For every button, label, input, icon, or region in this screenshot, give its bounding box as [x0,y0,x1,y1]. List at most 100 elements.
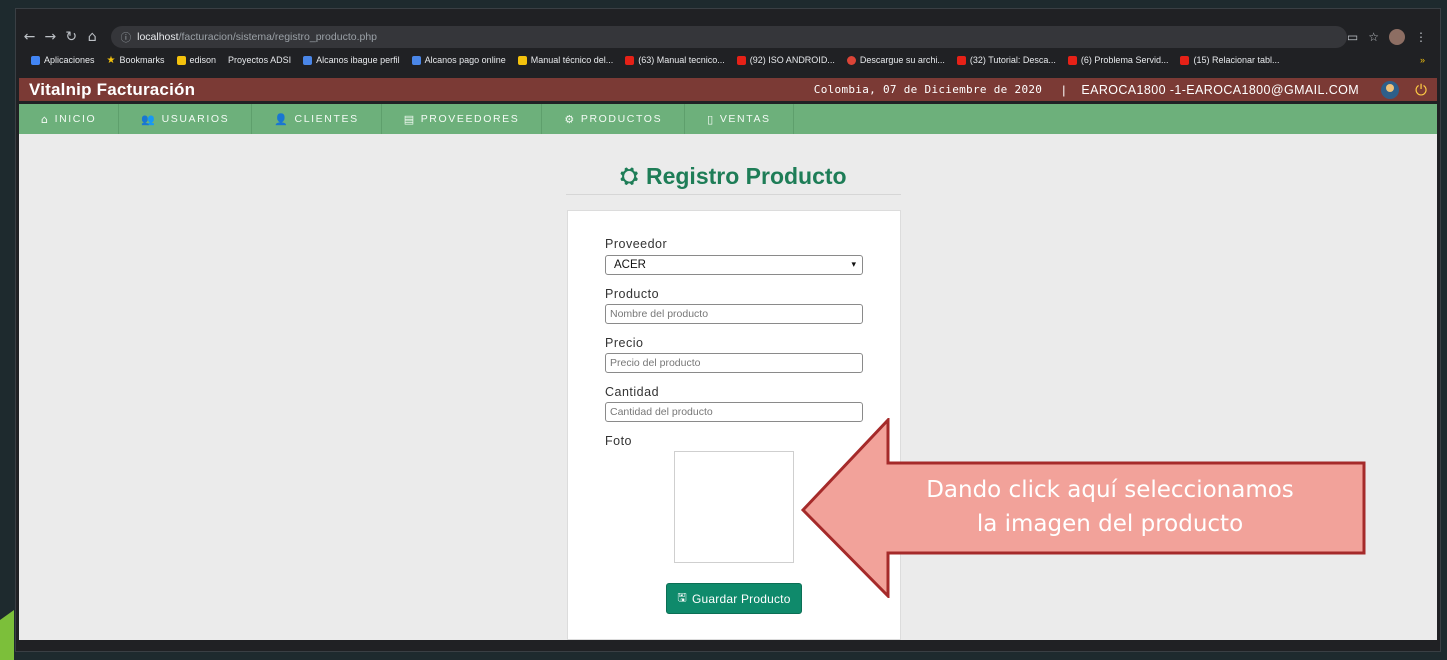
youtube-icon [1180,55,1190,65]
nav-item-inicio[interactable]: ⌂ INICIO [19,104,120,134]
cantidad-placeholder: Cantidad del producto [610,406,713,418]
save-product-button[interactable]: 🖫 Guardar Producto [666,583,802,614]
nav-item-ventas[interactable]: ▯ VENTAS [685,104,794,134]
youtube-icon [625,55,635,65]
user-icon: 👤 [274,112,290,126]
bookmark-item[interactable]: Descargue su archi... [846,55,945,65]
cast-icon[interactable]: ▭ [1347,30,1358,44]
cubes-icon: ⛭ [620,163,638,189]
user-avatar [1381,80,1400,99]
chevron-down-icon: ▾ [851,260,856,270]
cubes-icon: ⚙ [564,112,576,126]
bookmark-label: Aplicaciones [44,55,95,65]
opera-icon [846,55,856,65]
photo-upload-area[interactable] [674,451,794,563]
callout-text: Dando click aquí seleccionamos la imagen… [860,473,1360,541]
apps-grid-icon [31,55,40,65]
file-icon: ▯ [707,112,715,126]
browser-toolbar: ← → ↻ ⌂ ⓘ localhost /facturacion/sistema… [19,24,1437,50]
bookmark-label: Bookmarks [119,55,165,65]
proveedor-label: Proveedor [605,237,668,251]
callout-line-1: Dando click aquí seleccionamos [926,477,1294,503]
bookmarks-overflow-icon[interactable]: » [1420,55,1437,65]
slide-accent [0,610,14,660]
youtube-icon [1067,55,1077,65]
foto-label: Foto [605,434,633,448]
app-title: Vitalnip Facturación [29,79,196,99]
bookmark-item[interactable]: (32) Tutorial: Desca... [956,55,1056,65]
home-browser-icon[interactable]: ⌂ [82,29,103,45]
bookmark-item[interactable]: (6) Problema Servid... [1067,55,1169,65]
bookmark-item[interactable]: Aplicaciones [31,55,95,65]
proveedor-select[interactable]: ACER ▾ [605,255,863,275]
bookmark-label: Alcanos pago online [424,55,506,65]
header-user: EAROCA1800 -1-EAROCA1800@GMAIL.COM [1081,82,1360,97]
precio-input[interactable]: Precio del producto [605,353,863,373]
alcanos-icon [303,55,313,65]
bookmarks-bar: Aplicaciones ★ Bookmarks edison Proyectos AD… [19,51,1437,69]
address-bar[interactable]: ⓘ localhost /facturacion/sistema/registr… [110,26,1347,48]
bookmark-label: Alcanos ibague perfil [316,55,400,65]
producto-placeholder: Nombre del producto [610,308,709,320]
precio-label: Precio [605,336,644,350]
bookmark-label: (15) Relacionar tabl... [1193,55,1280,65]
nav-item-productos[interactable]: ⚙ PRODUCTOS [542,104,686,134]
bookmark-label: (63) Manual tecnico... [638,55,725,65]
bookmark-label: Manual técnico del... [530,55,614,65]
youtube-icon [956,55,966,65]
bookmark-item[interactable]: ★ Bookmarks [107,55,165,65]
bookmark-item[interactable]: Proyectos ADSI [228,55,291,65]
app-header: Vitalnip Facturación Colombia, 07 de Dic… [19,78,1437,101]
back-icon[interactable]: ← [19,29,40,45]
precio-placeholder: Precio del producto [610,357,701,369]
nav-item-proveedores[interactable]: ▤ PROVEEDORES [382,104,543,134]
bookmark-label: (92) ISO ANDROID... [749,55,835,65]
header-date: Colombia, 07 de Diciembre de 2020 [813,83,1043,96]
bookmark-item[interactable]: (92) ISO ANDROID... [736,55,835,65]
bookmark-label: (6) Problema Servid... [1080,55,1169,65]
url-host: localhost [137,31,179,43]
reload-icon[interactable]: ↻ [61,29,82,45]
menu-kebab-icon[interactable]: ⋮ [1415,30,1427,44]
bookmark-item[interactable]: Manual técnico del... [517,55,614,65]
bookmark-item[interactable]: edison [176,55,217,65]
bookmark-label: (32) Tutorial: Desca... [969,55,1056,65]
header-separator: | [1062,82,1066,97]
bookmark-item[interactable]: (63) Manual tecnico... [625,55,725,65]
callout-line-2: la imagen del producto [976,511,1244,537]
star-icon: ★ [106,54,116,66]
nav-item-clientes[interactable]: 👤 CLIENTES [252,104,382,134]
proveedor-selected-value: ACER [614,259,646,271]
nav-item-label: USUARIOS [161,113,230,125]
page-title-text: Registro Producto [645,162,847,189]
save-icon: 🖫 [677,591,687,604]
logout-power-icon[interactable]: ⏻ [1415,81,1427,99]
profile-avatar[interactable] [1389,29,1405,45]
save-button-label: Guardar Producto [691,591,791,606]
bookmark-item[interactable]: (15) Relacionar tabl... [1180,55,1280,65]
producto-input[interactable]: Nombre del producto [605,304,863,324]
bookmark-label: Descargue su archi... [859,55,945,65]
youtube-icon [736,55,746,65]
building-icon: ▤ [403,112,416,126]
nav-item-label: PRODUCTOS [580,113,663,125]
bookmark-star-icon[interactable]: ☆ [1368,30,1379,44]
nav-item-label: VENTAS [719,113,771,125]
folder-icon [176,55,186,65]
bookmark-label: edison [189,55,217,65]
nav-item-label: CLIENTES [294,113,359,125]
cantidad-label: Cantidad [605,385,660,399]
main-nav: ⌂ INICIO 👥 USUARIOS 👤 CLIENTES ▤ PROVEEDORES ⚙ PR… [19,104,1437,134]
page-icon [517,55,527,65]
bookmark-item[interactable]: Alcanos ibague perfil [303,55,400,65]
nav-item-label: INICIO [54,113,97,125]
forward-icon[interactable]: → [40,29,61,45]
nav-item-label: PROVEEDORES [420,113,520,125]
home-icon: ⌂ [41,112,50,126]
bookmark-label: Proyectos ADSI [228,55,292,65]
info-icon: ⓘ [120,31,132,44]
producto-label: Producto [605,287,660,301]
bookmark-item[interactable]: Alcanos pago online [411,55,506,65]
nav-item-usuarios[interactable]: 👥 USUARIOS [119,104,253,134]
page-title: ⛭ Registro Producto [566,158,901,195]
